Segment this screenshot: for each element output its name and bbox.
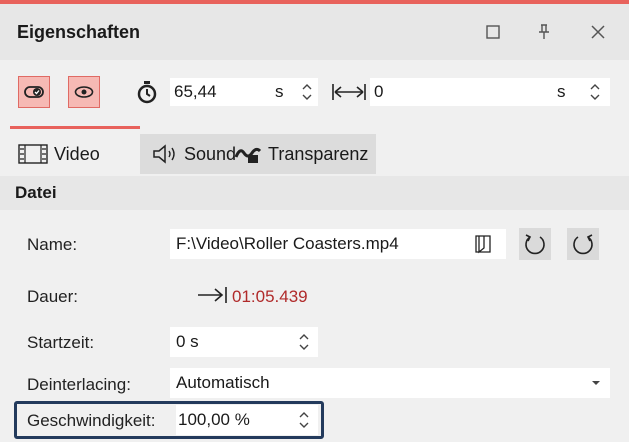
speed-spinner-icon[interactable] bbox=[298, 409, 310, 431]
startzeit-label: Startzeit: bbox=[27, 333, 95, 352]
visibility-toggle-button[interactable] bbox=[18, 76, 50, 108]
startzeit-spinner-icon[interactable] bbox=[298, 331, 310, 353]
dauer-value: 01:05.439 bbox=[232, 287, 308, 306]
panel-titlebar: Eigenschaften bbox=[0, 4, 629, 60]
chevron-down-icon[interactable] bbox=[590, 378, 602, 388]
tab-video[interactable]: Video bbox=[18, 134, 100, 174]
transparency-icon bbox=[234, 147, 262, 163]
preview-toggle-button[interactable] bbox=[68, 76, 100, 108]
rotate-right-button[interactable] bbox=[567, 228, 599, 260]
maximize-icon bbox=[486, 25, 500, 39]
open-file-icon[interactable] bbox=[474, 234, 494, 254]
close-icon bbox=[591, 25, 605, 39]
tab-sound[interactable]: Sound bbox=[152, 134, 236, 174]
dauer-label: Dauer: bbox=[27, 287, 79, 306]
close-button[interactable] bbox=[584, 18, 612, 46]
deinterlacing-select[interactable]: Automatisch bbox=[170, 368, 610, 398]
film-icon bbox=[18, 144, 48, 164]
stopwatch-icon bbox=[136, 80, 158, 109]
width-arrows-icon bbox=[332, 82, 366, 107]
duration-spinner-icon[interactable] bbox=[301, 81, 313, 103]
tab-transparenz[interactable]: Transparenz bbox=[234, 134, 368, 174]
startzeit-input[interactable]: 0 s bbox=[170, 327, 318, 357]
offset-spinner-icon[interactable] bbox=[589, 81, 601, 103]
speaker-icon bbox=[153, 144, 175, 164]
maximize-button[interactable] bbox=[479, 18, 507, 46]
name-field[interactable]: F:\Video\Roller Coasters.mp4 bbox=[170, 229, 506, 259]
rotate-left-icon bbox=[525, 234, 545, 255]
eye-icon bbox=[74, 86, 94, 98]
rotate-right-icon bbox=[573, 234, 593, 255]
section-header-datei: Datei bbox=[0, 176, 629, 210]
speed-label: Geschwindigkeit: bbox=[27, 411, 156, 430]
toolbar: 65,44 s 0 s bbox=[0, 60, 629, 124]
pin-icon bbox=[539, 24, 549, 39]
name-label: Name: bbox=[27, 235, 78, 254]
active-tab-indicator bbox=[10, 126, 140, 129]
rotate-left-button[interactable] bbox=[519, 228, 551, 260]
pin-button[interactable] bbox=[530, 18, 558, 46]
speed-input[interactable]: 100,00 % bbox=[176, 405, 318, 435]
tab-bar: Video Sound Transparenz bbox=[0, 124, 629, 176]
deinterlacing-label: Deinterlacing: bbox=[27, 375, 131, 394]
panel-title: Eigenschaften bbox=[17, 22, 141, 42]
arrow-to-end-icon bbox=[198, 287, 227, 303]
toggle-check-icon bbox=[24, 86, 44, 98]
name-value: F:\Video\Roller Coasters.mp4 bbox=[176, 234, 399, 253]
offset-input[interactable]: 0 s bbox=[370, 78, 610, 106]
duration-input[interactable]: 65,44 s bbox=[170, 78, 318, 106]
